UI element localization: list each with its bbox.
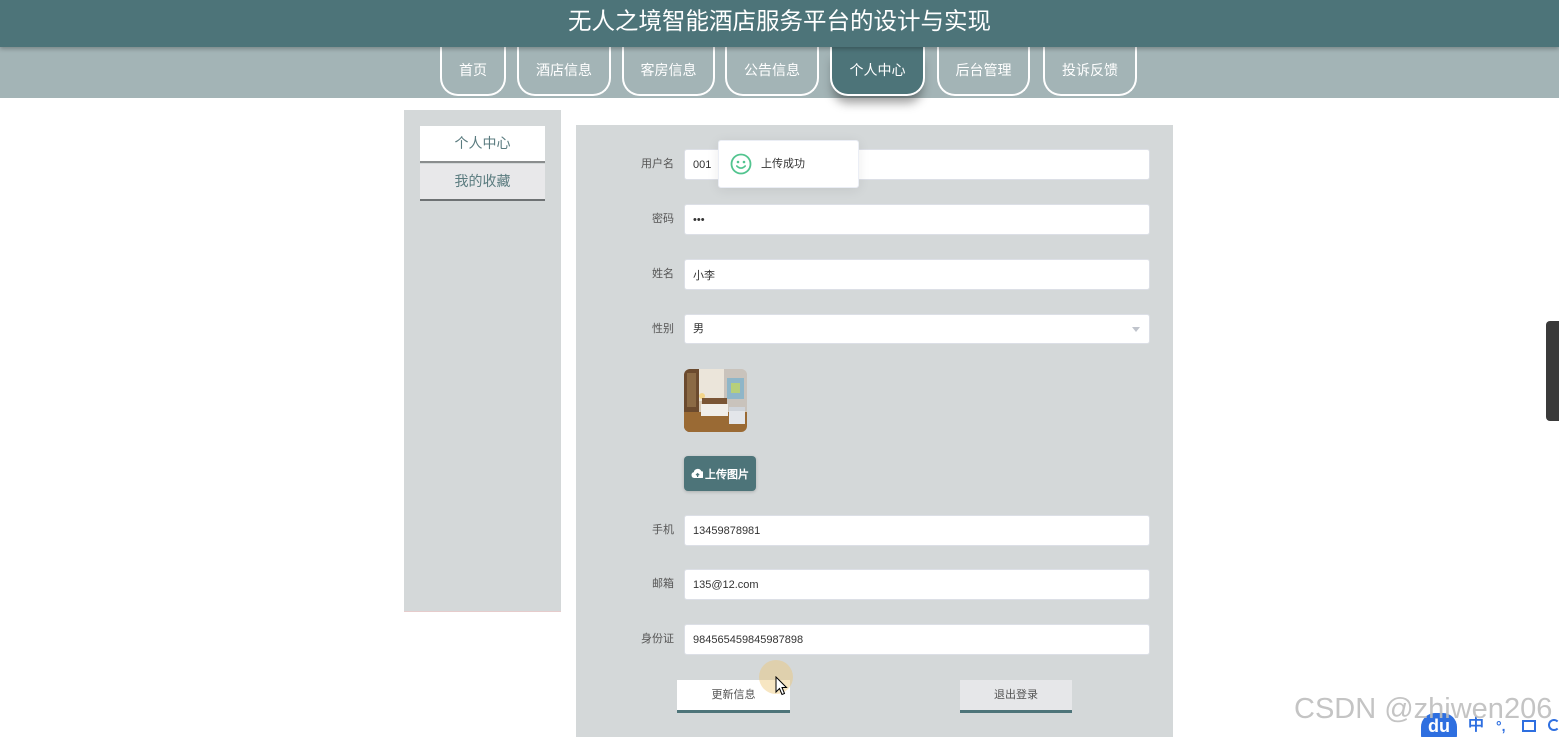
password-input[interactable] (684, 204, 1150, 235)
side-drawer-handle[interactable] (1546, 321, 1559, 421)
nav-tab-admin[interactable]: 后台管理 (937, 47, 1030, 96)
gender-select-value: 男 (693, 323, 704, 335)
phone-input[interactable] (684, 515, 1150, 546)
gender-label: 性别 (652, 323, 674, 335)
sidebar: 个人中心 我的收藏 (404, 110, 561, 612)
nav-tab-hotel-info[interactable]: 酒店信息 (517, 47, 611, 96)
nav-tab-personal-center[interactable]: 个人中心 (830, 47, 925, 96)
mouse-cursor-icon (775, 676, 788, 696)
upload-image-button-label: 上传图片 (705, 468, 749, 481)
email-input[interactable] (684, 569, 1150, 600)
room-photo-image (684, 369, 747, 432)
main-nav: 首页 酒店信息 客房信息 公告信息 个人中心 后台管理 投诉反馈 (0, 47, 1559, 98)
toast-message: 上传成功 (761, 158, 805, 170)
logout-button[interactable]: 退出登录 (960, 680, 1072, 713)
id-card-input[interactable] (684, 624, 1150, 655)
smile-icon (730, 153, 752, 175)
name-label: 姓名 (652, 268, 674, 280)
password-label: 密码 (652, 213, 674, 225)
nav-tab-home[interactable]: 首页 (440, 47, 506, 96)
cloud-upload-icon (691, 468, 703, 478)
sidebar-item-personal-center[interactable]: 个人中心 (420, 126, 545, 163)
nav-tab-room-info[interactable]: 客房信息 (622, 47, 715, 96)
name-input[interactable] (684, 259, 1150, 290)
upload-image-button[interactable]: 上传图片 (684, 456, 756, 491)
nav-tab-feedback[interactable]: 投诉反馈 (1043, 47, 1137, 96)
upload-success-toast: 上传成功 (718, 140, 859, 188)
sidebar-item-favorites[interactable]: 我的收藏 (420, 164, 545, 201)
nav-tab-announcements[interactable]: 公告信息 (725, 47, 819, 96)
watermark: CSDN @zhiwen206 (1294, 693, 1553, 725)
phone-label: 手机 (652, 524, 674, 536)
app-header: 无人之境智能酒店服务平台的设计与实现 (0, 0, 1559, 47)
id-card-label: 身份证 (641, 633, 674, 645)
username-label: 用户名 (641, 158, 674, 170)
gender-select[interactable]: 男 (684, 314, 1150, 344)
chevron-down-icon (1132, 327, 1140, 332)
profile-form-panel: 用户名 密码 姓名 性别 男 上传图片 手 (576, 125, 1173, 737)
site-title: 无人之境智能酒店服务平台的设计与实现 (568, 8, 991, 34)
email-label: 邮箱 (652, 578, 674, 590)
